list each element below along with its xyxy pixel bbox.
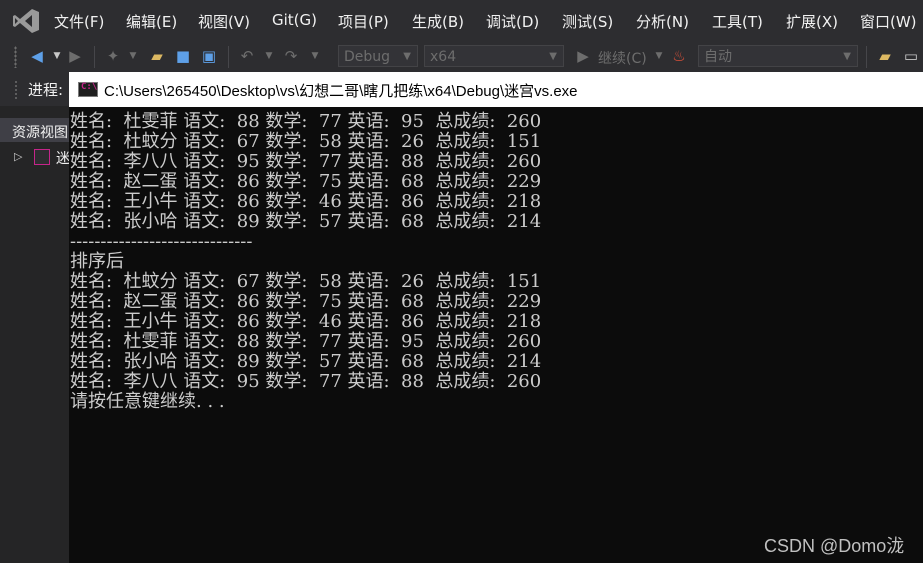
console-line: 姓名: 杜蚊分 语文: 67 数学: 58 英语: 26 总成绩: 151: [70, 131, 542, 152]
redo-dropdown-icon[interactable]: ▼: [306, 47, 324, 65]
chevron-down-icon: ▼: [843, 51, 851, 62]
console-line: 姓名: 杜雯菲 语文: 88 数学: 77 英语: 95 总成绩: 260: [70, 331, 542, 352]
console-line: 姓名: 杜雯菲 语文: 88 数学: 77 英语: 95 总成绩: 260: [70, 111, 542, 132]
console-line: 姓名: 王小牛 语文: 86 数学: 46 英语: 86 总成绩: 218: [70, 191, 542, 212]
save-icon[interactable]: ■: [174, 47, 192, 65]
toolbar-separator: [228, 46, 229, 68]
resource-view-panel: [0, 106, 69, 563]
navigate-forward-icon[interactable]: ▶: [66, 47, 84, 65]
menu-project[interactable]: 项目(P): [338, 11, 389, 32]
menu-test[interactable]: 测试(S): [562, 11, 613, 32]
chevron-down-icon: ▼: [403, 51, 411, 62]
continue-dropdown-icon[interactable]: ▼: [650, 47, 668, 65]
console-window[interactable]: C:\ C:\Users\265450\Desktop\vs\幻想二哥\瞎几把练…: [69, 72, 923, 563]
menu-extensions[interactable]: 扩展(X): [786, 11, 838, 32]
menu-file[interactable]: 文件(F): [54, 11, 104, 32]
tree-item-label: 迷: [56, 151, 70, 167]
console-line: 姓名: 李八八 语文: 95 数学: 77 英语: 88 总成绩: 260: [70, 371, 542, 392]
save-all-icon[interactable]: ▣: [200, 47, 218, 65]
menu-debug[interactable]: 调试(D): [486, 11, 539, 32]
tree-expand-arrow-icon[interactable]: ▷: [14, 150, 22, 163]
console-app-icon: C:\: [78, 82, 98, 97]
hot-reload-flame-icon[interactable]: ♨: [670, 47, 688, 65]
console-line: 姓名: 张小哈 语文: 89 数学: 57 英语: 68 总成绩: 214: [70, 211, 542, 232]
debug-target-value: 自动: [704, 49, 732, 65]
redo-icon[interactable]: ↷: [282, 47, 300, 65]
debug-target-select[interactable]: 自动 ▼: [698, 45, 858, 67]
console-title-bar[interactable]: C:\ C:\Users\265450\Desktop\vs\幻想二哥\瞎几把练…: [69, 72, 923, 107]
console-line: 排序后: [70, 251, 124, 272]
console-line: 姓名: 张小哈 语文: 89 数学: 57 英语: 68 总成绩: 214: [70, 351, 542, 372]
menu-build[interactable]: 生成(B): [412, 11, 464, 32]
console-output: 姓名: 杜雯菲 语文: 88 数学: 77 英语: 95 总成绩: 260 姓名:…: [70, 109, 920, 559]
project-icon: [34, 149, 50, 165]
console-line: 姓名: 杜蚊分 语文: 67 数学: 58 英语: 26 总成绩: 151: [70, 271, 542, 292]
back-dropdown-icon[interactable]: ▼: [48, 47, 66, 65]
chevron-down-icon: ▼: [549, 51, 557, 62]
continue-play-icon[interactable]: ▶: [574, 47, 592, 65]
solution-configuration-select[interactable]: Debug ▼: [338, 45, 418, 67]
navigate-back-icon[interactable]: ◀: [28, 47, 46, 65]
menu-view[interactable]: 视图(V): [198, 11, 250, 32]
continue-button-label[interactable]: 继续(C): [598, 48, 647, 68]
visual-studio-logo-icon[interactable]: [12, 8, 40, 34]
undo-icon[interactable]: ↶: [238, 47, 256, 65]
resource-view-title: 资源视图: [12, 125, 68, 141]
open-folder-icon[interactable]: ▰: [148, 47, 166, 65]
csdn-watermark: CSDN @Domo泷: [764, 536, 905, 556]
toolbar-grip[interactable]: [14, 80, 18, 100]
undo-dropdown-icon[interactable]: ▼: [260, 47, 278, 65]
resource-view-title-bar[interactable]: 资源视图: [0, 118, 69, 142]
console-line: 姓名: 赵二蛋 语文: 86 数学: 75 英语: 68 总成绩: 229: [70, 291, 542, 312]
process-label: 进程:: [28, 81, 64, 99]
console-line: 姓名: 赵二蛋 语文: 86 数学: 75 英语: 68 总成绩: 229: [70, 171, 542, 192]
window-icon[interactable]: ▭: [902, 47, 920, 65]
find-in-files-icon[interactable]: ▰: [876, 47, 894, 65]
configuration-value: Debug: [344, 49, 391, 65]
menu-bar: 文件(F) 编辑(E) 视图(V) Git(G) 项目(P) 生成(B) 调试(…: [0, 0, 923, 42]
solution-platform-select[interactable]: x64 ▼: [424, 45, 564, 67]
toolbar-separator: [94, 46, 95, 68]
menu-window[interactable]: 窗口(W): [860, 11, 917, 32]
menu-analyze[interactable]: 分析(N): [636, 11, 689, 32]
menu-git[interactable]: Git(G): [272, 11, 317, 29]
menu-tools[interactable]: 工具(T): [712, 11, 763, 32]
new-dropdown-icon[interactable]: ▼: [124, 47, 142, 65]
console-line: 姓名: 王小牛 语文: 86 数学: 46 英语: 86 总成绩: 218: [70, 311, 542, 332]
platform-value: x64: [430, 49, 457, 65]
standard-toolbar: ◀ ▼ ▶ ✦ ▼ ▰ ■ ▣ ↶ ▼ ↷ ▼ Debug ▼ x64 ▼ ▶ …: [0, 42, 923, 72]
console-title: C:\Users\265450\Desktop\vs\幻想二哥\瞎几把练\x64…: [104, 83, 578, 100]
toolbar-separator: [866, 46, 867, 68]
console-line: ------------------------------: [70, 231, 253, 252]
console-line: 请按任意键继续. . .: [70, 391, 225, 412]
toolbar-grip[interactable]: [14, 46, 17, 68]
menu-edit[interactable]: 编辑(E): [126, 11, 177, 32]
console-line: 姓名: 李八八 语文: 95 数学: 77 英语: 88 总成绩: 260: [70, 151, 542, 172]
new-project-icon[interactable]: ✦: [104, 47, 122, 65]
